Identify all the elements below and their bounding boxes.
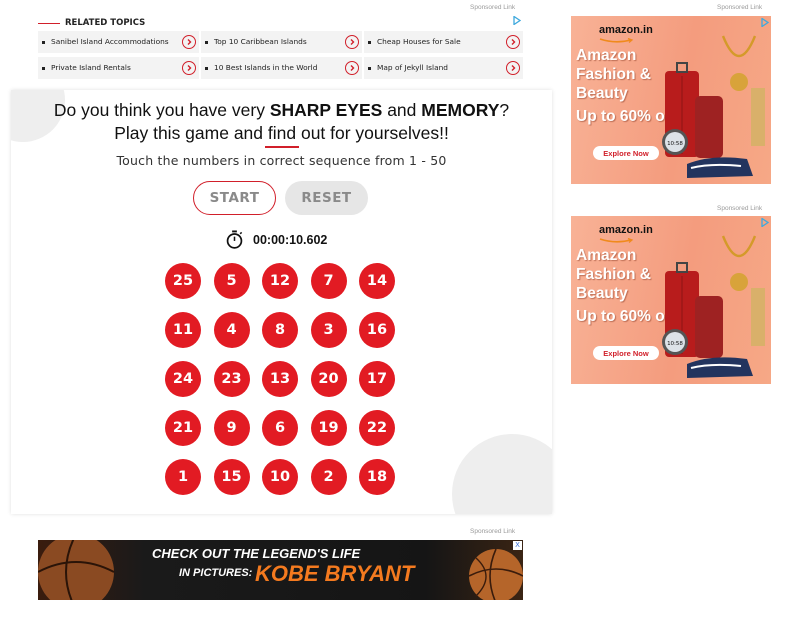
related-topics-header: RELATED TOPICS: [38, 16, 523, 30]
amazon-ad[interactable]: amazon.in Amazon Fashion & Beauty Up to …: [571, 216, 771, 384]
number-button[interactable]: 14: [359, 263, 395, 299]
title-divider: [265, 146, 299, 148]
related-topic-label: Map of Jekyll Island: [377, 63, 448, 72]
number-button[interactable]: 8: [262, 312, 298, 348]
ad-headline-2: Fashion &: [576, 66, 651, 83]
ad-headline-3: Beauty: [576, 285, 628, 302]
chevron-right-icon[interactable]: [506, 61, 520, 75]
bullet: [42, 40, 45, 44]
number-button[interactable]: 19: [310, 410, 347, 446]
ad-headline-1: Amazon: [576, 247, 637, 264]
ad-headline-3: Beauty: [576, 85, 628, 102]
number-button[interactable]: 1: [165, 459, 201, 495]
related-topics-title: RELATED TOPICS: [65, 18, 146, 28]
sponsored-link-label: Sponsored Link: [470, 4, 516, 11]
timer-value: 00:00:10.602: [253, 232, 328, 247]
related-topic-item[interactable]: 10 Best Islands in the World: [201, 57, 362, 79]
kobe-bryant-ad[interactable]: CHECK OUT THE LEGEND'S LIFE IN PICTURES:…: [38, 540, 523, 600]
ad-headline-2: Fashion &: [576, 266, 651, 283]
page: Sponsored Link RELATED TOPICS Sanibel Is…: [0, 0, 788, 639]
number-button[interactable]: 11: [165, 312, 201, 348]
amazon-ad[interactable]: amazon.in Amazon Fashion & Beauty Up to …: [571, 16, 771, 184]
product-collage-icon: 10:58: [662, 235, 765, 378]
number-button[interactable]: 5: [213, 263, 250, 299]
close-ad-button[interactable]: X: [513, 541, 522, 550]
basketball-icon: [38, 540, 115, 600]
related-topic-label: 10 Best Islands in the World: [214, 63, 318, 72]
chevron-right-icon[interactable]: [506, 35, 520, 49]
game-card: Do you think you have very SHARP EYES an…: [11, 90, 552, 514]
amazon-logo: amazon.in: [599, 24, 653, 36]
bullet: [205, 40, 208, 44]
bullet: [42, 66, 45, 70]
number-button[interactable]: 25: [165, 263, 201, 299]
adchoices-icon[interactable]: [761, 18, 769, 27]
number-button[interactable]: 9: [213, 410, 250, 446]
game-question: Do you think you have very SHARP EYES an…: [53, 100, 510, 120]
sponsored-link-label: Sponsored Link: [717, 4, 763, 11]
chevron-right-icon[interactable]: [345, 61, 359, 75]
amazon-logo: amazon.in: [599, 224, 653, 236]
ad-headline-1: Amazon: [576, 47, 637, 64]
sponsored-link-label: Sponsored Link: [470, 528, 516, 535]
amazon-smile-icon: [599, 238, 634, 243]
number-button[interactable]: 24: [165, 361, 201, 397]
game-subtitle: Play this game and find out for yourselv…: [114, 123, 449, 143]
related-topic-item[interactable]: Map of Jekyll Island: [364, 57, 523, 79]
ad-line-2: IN PICTURES:: [179, 567, 253, 579]
number-button[interactable]: 7: [310, 263, 347, 299]
number-button[interactable]: 23: [213, 361, 250, 397]
bullet: [368, 40, 371, 44]
number-button[interactable]: 22: [359, 410, 395, 446]
number-button[interactable]: 4: [213, 312, 250, 348]
related-topic-item[interactable]: Sanibel Island Accommodations: [38, 31, 199, 53]
game-instruction: Touch the numbers in correct sequence fr…: [116, 153, 447, 168]
watch-time-label: 10:58: [667, 341, 683, 347]
chevron-right-icon[interactable]: [182, 61, 196, 75]
number-button[interactable]: 18: [359, 459, 395, 495]
timer: 00:00:10.602: [225, 230, 327, 249]
header-rule: [38, 22, 60, 24]
basketball-icon: [468, 548, 523, 600]
related-topic-label: Private Island Rentals: [51, 63, 131, 72]
related-topic-label: Cheap Houses for Sale: [377, 37, 461, 46]
number-button[interactable]: 13: [262, 361, 298, 397]
chevron-right-icon[interactable]: [182, 35, 196, 49]
adchoices-icon[interactable]: [761, 218, 769, 227]
related-topic-label: Top 10 Caribbean Islands: [214, 37, 307, 46]
bullet: [205, 66, 208, 70]
bullet: [368, 66, 371, 70]
product-collage-icon: 10:58: [662, 35, 765, 178]
decor-circle: [452, 434, 552, 514]
related-topic-item[interactable]: Top 10 Caribbean Islands: [201, 31, 362, 53]
number-button[interactable]: 2: [310, 459, 347, 495]
watch-time-label: 10:58: [667, 141, 683, 147]
related-topics: RELATED TOPICS Sanibel Island Accommodat…: [38, 16, 523, 79]
stopwatch-icon: [226, 230, 243, 249]
start-button[interactable]: START: [193, 181, 276, 215]
number-button[interactable]: 10: [262, 459, 298, 495]
ad-line-3: KOBE BRYANT: [255, 561, 415, 586]
number-button[interactable]: 16: [359, 312, 395, 348]
sponsored-link-label: Sponsored Link: [717, 205, 763, 212]
ad-line-1: CHECK OUT THE LEGEND'S LIFE: [152, 546, 361, 561]
related-topic-label: Sanibel Island Accommodations: [51, 37, 169, 46]
number-button[interactable]: 3: [310, 312, 347, 348]
number-button[interactable]: 6: [262, 410, 298, 446]
number-button[interactable]: 15: [213, 459, 250, 495]
adchoices-icon[interactable]: [513, 16, 521, 25]
number-button[interactable]: 12: [262, 263, 298, 299]
chevron-right-icon[interactable]: [345, 35, 359, 49]
number-button[interactable]: 20: [310, 361, 347, 397]
related-topic-item[interactable]: Private Island Rentals: [38, 57, 199, 79]
amazon-smile-icon: [599, 38, 634, 43]
number-button[interactable]: 17: [359, 361, 395, 397]
number-button[interactable]: 21: [165, 410, 201, 446]
related-topic-item[interactable]: Cheap Houses for Sale: [364, 31, 523, 53]
explore-now-button[interactable]: Explore Now: [593, 146, 659, 160]
reset-button[interactable]: RESET: [285, 181, 368, 215]
explore-now-button[interactable]: Explore Now: [593, 346, 659, 360]
topics-grid: Sanibel Island Accommodations Top 10 Cari…: [38, 31, 523, 79]
